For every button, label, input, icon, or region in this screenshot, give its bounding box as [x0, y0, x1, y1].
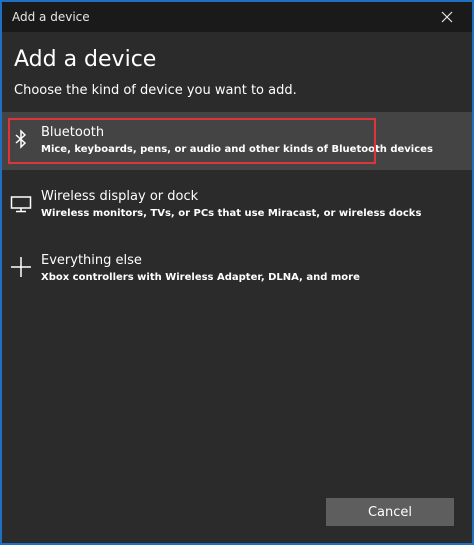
title-bar[interactable]: Add a device: [2, 2, 472, 32]
option-wireless-display[interactable]: Wireless display or dock Wireless monito…: [2, 176, 472, 234]
cancel-button[interactable]: Cancel: [326, 498, 454, 526]
add-device-window: Add a device Add a device Choose the kin…: [0, 0, 474, 545]
page-title: Add a device: [14, 47, 157, 72]
option-title: Wireless display or dock: [41, 189, 199, 204]
option-description: Wireless monitors, TVs, or PCs that use …: [41, 208, 422, 219]
close-icon[interactable]: [438, 8, 456, 26]
option-bluetooth[interactable]: Bluetooth Mice, keyboards, pens, or audi…: [2, 112, 472, 170]
option-description: Mice, keyboards, pens, or audio and othe…: [41, 144, 433, 155]
page-subtitle: Choose the kind of device you want to ad…: [14, 83, 297, 98]
option-title: Bluetooth: [41, 125, 105, 140]
option-description: Xbox controllers with Wireless Adapter, …: [41, 272, 360, 283]
option-title: Everything else: [41, 253, 142, 268]
plus-icon: [10, 256, 32, 278]
window-title: Add a device: [12, 10, 90, 24]
monitor-icon: [10, 192, 32, 214]
option-everything-else[interactable]: Everything else Xbox controllers with Wi…: [2, 240, 472, 298]
bluetooth-icon: [10, 128, 32, 150]
